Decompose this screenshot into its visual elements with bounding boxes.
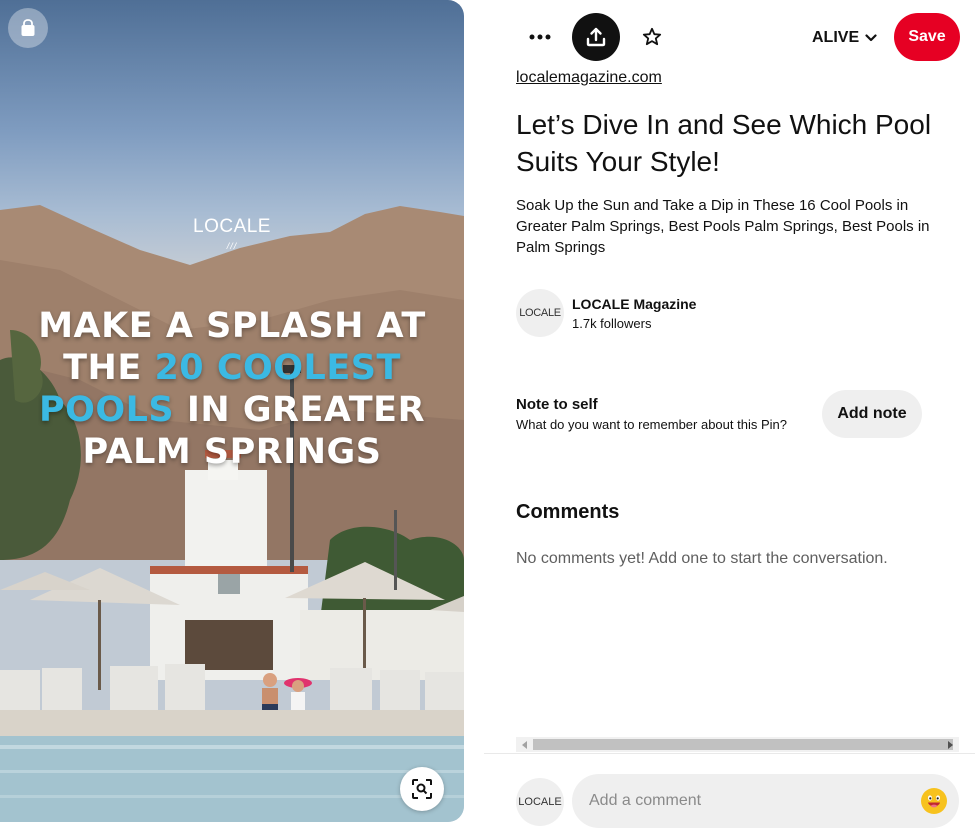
emoji-smile-icon (923, 790, 945, 812)
headline-line: THE 20 COOLEST (63, 348, 401, 388)
board-selector[interactable]: ALIVE (812, 26, 877, 50)
more-dots-icon (529, 34, 551, 40)
overlay-headline: MAKE A SPLASH AT THE 20 COOLEST POOLS IN… (0, 305, 464, 473)
star-icon (642, 27, 662, 46)
comments-title: Comments (516, 501, 620, 523)
triangle-right-icon (948, 740, 953, 749)
source-link[interactable]: localemagazine.com (516, 69, 662, 87)
save-button[interactable]: Save (894, 13, 960, 61)
scroll-left-arrow[interactable] (516, 737, 533, 752)
pin-image[interactable]: LOCALE /// MAKE A SPLASH AT THE 20 COOLE… (0, 0, 464, 822)
commenter-avatar: LOCALE (516, 778, 564, 826)
pin-toolbar: ALIVE Save (484, 0, 975, 76)
divider (484, 753, 975, 754)
chevron-down-icon (865, 34, 877, 42)
shopping-bag-icon (21, 19, 35, 36)
favorite-button[interactable] (628, 13, 676, 61)
pin-title: Let’s Dive In and See Which Pool Suits Y… (516, 109, 932, 177)
headline-line: MAKE A SPLASH AT (38, 306, 426, 346)
comments-empty-message: No comments yet! Add one to start the co… (516, 550, 888, 567)
comment-input[interactable] (572, 774, 959, 828)
visual-search-button[interactable] (400, 767, 444, 811)
overlay-brand-mark: /// (226, 241, 238, 251)
creator-followers: 1.7k followers (572, 316, 652, 331)
creator-avatar[interactable]: LOCALE (516, 289, 564, 337)
pin-description: Soak Up the Sun and Take a Dip in These … (516, 197, 930, 256)
add-note-button[interactable]: Add note (822, 390, 922, 438)
visual-search-icon (412, 779, 432, 799)
share-button[interactable] (572, 13, 620, 61)
note-prompt: What do you want to remember about this … (516, 417, 787, 432)
note-title: Note to self (516, 396, 598, 413)
triangle-left-icon (522, 740, 527, 749)
emoji-button[interactable] (921, 788, 947, 814)
scroll-right-arrow[interactable] (942, 737, 959, 752)
more-options-button[interactable] (516, 13, 564, 61)
share-upload-icon (586, 27, 606, 47)
shop-button[interactable] (8, 8, 48, 48)
headline-line: POOLS IN GREATER (38, 390, 426, 430)
overlay-brand: LOCALE (193, 216, 271, 237)
horizontal-scrollbar[interactable] (516, 737, 959, 752)
creator-name[interactable]: LOCALE Magazine (572, 296, 696, 312)
board-name: ALIVE (812, 29, 860, 46)
scrollbar-thumb[interactable] (533, 739, 953, 750)
headline-line: PALM SPRINGS (82, 432, 382, 472)
